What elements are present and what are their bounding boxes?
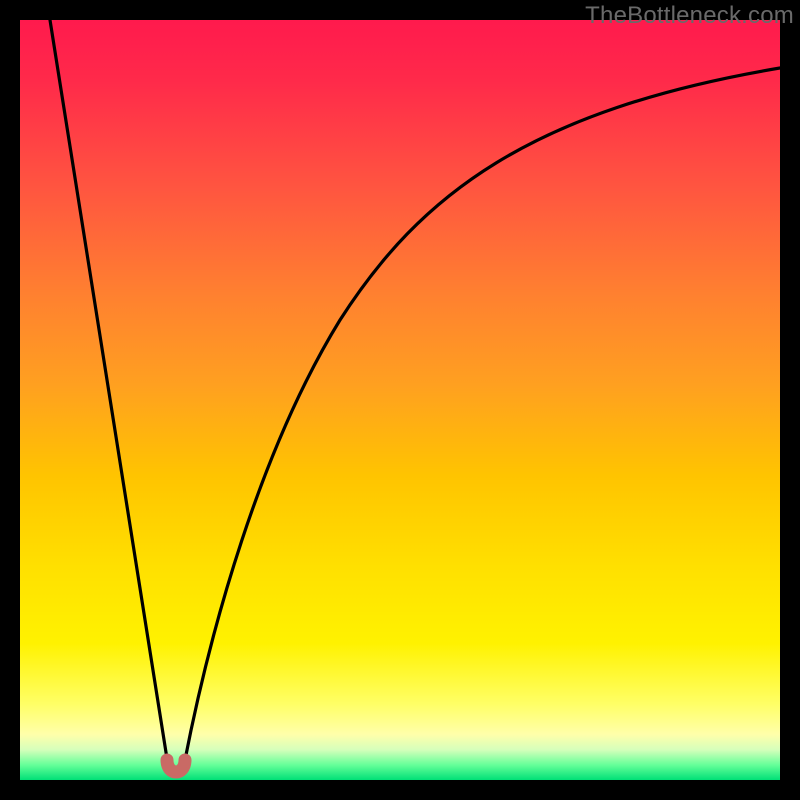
trough-marker-path: [167, 760, 185, 772]
left-branch-path: [50, 20, 168, 765]
plot-area: [20, 20, 780, 780]
right-branch-path: [184, 68, 780, 765]
watermark-text: TheBottleneck.com: [585, 2, 794, 30]
curve-layer: [20, 20, 780, 780]
chart-frame: TheBottleneck.com: [0, 0, 800, 800]
